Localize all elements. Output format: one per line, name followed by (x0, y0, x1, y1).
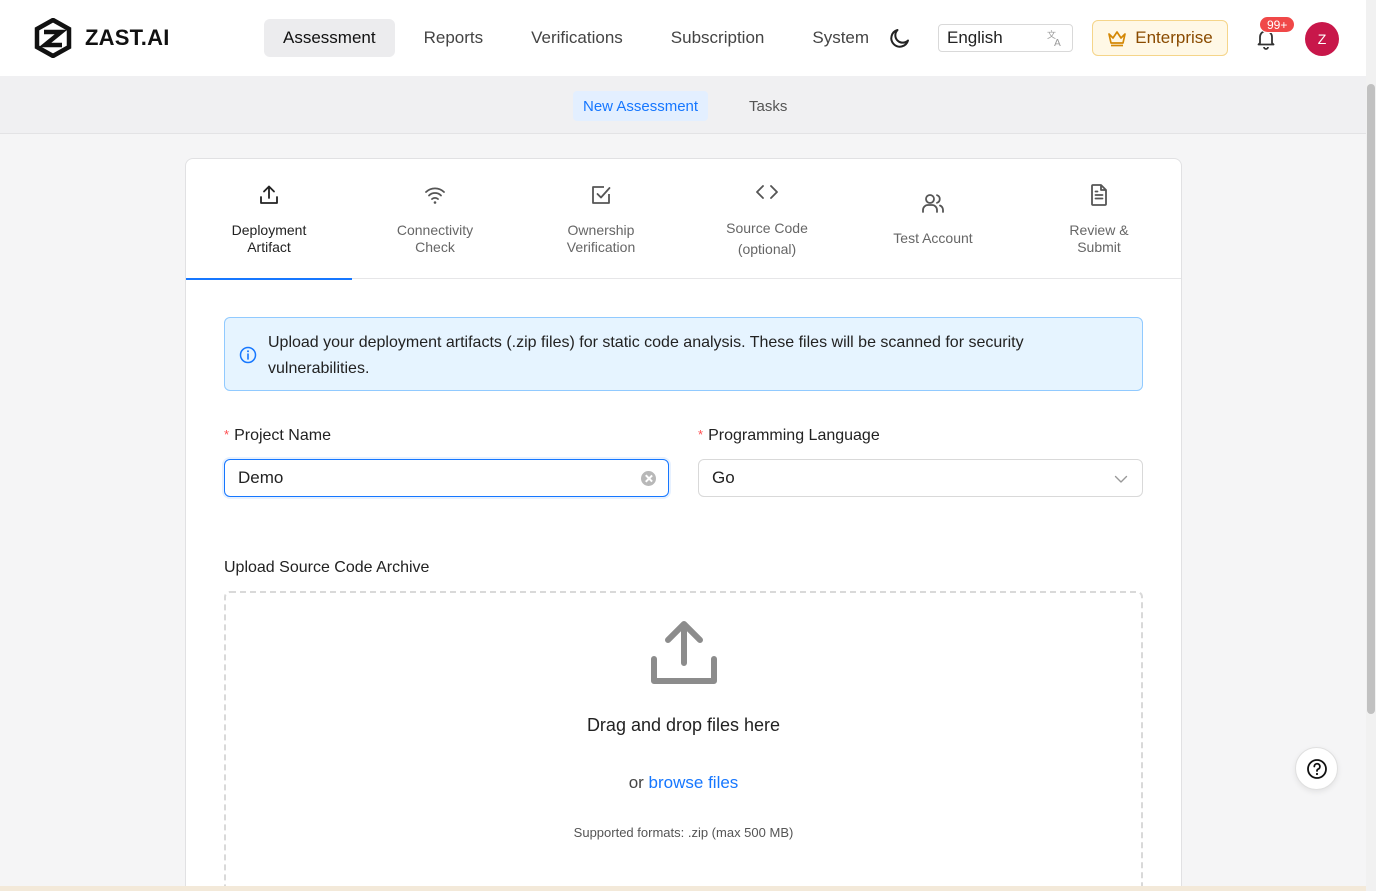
step-label-line1: Deployment (231, 222, 307, 238)
step-label-line2: Check (415, 239, 455, 255)
project-name-value: Demo (238, 468, 284, 487)
required-mark: * (698, 427, 704, 442)
translate-icon: 文 A (1047, 29, 1061, 47)
nav-system[interactable]: System (793, 19, 888, 57)
enterprise-button[interactable]: Enterprise (1092, 20, 1228, 56)
step-label-line2: Artifact (247, 239, 291, 255)
chevron-down-icon (1114, 475, 1128, 483)
nav-verifications[interactable]: Verifications (512, 19, 642, 57)
step-ownership-verification[interactable]: Ownership Verification (518, 159, 684, 279)
app-name: ZAST.AI (85, 25, 170, 50)
step-test-account[interactable]: Test Account (850, 159, 1016, 279)
users-icon (922, 194, 944, 213)
upload-label: Upload Source Code Archive (224, 559, 430, 576)
checkbox-icon (592, 186, 611, 204)
step-label-line2: Verification (566, 239, 636, 255)
project-name-input[interactable]: Demo (224, 459, 669, 497)
step-connectivity-check[interactable]: Connectivity Check (352, 159, 518, 279)
project-name-label: * Project Name (224, 427, 331, 445)
svg-text:A: A (1054, 38, 1061, 47)
step-label-line1: Source Code (726, 220, 808, 236)
dropzone-browse-line: or browse files (226, 773, 1141, 793)
moon-icon[interactable] (888, 26, 912, 50)
step-label-line1: Ownership (567, 222, 635, 238)
step-label-line1: Review & (1069, 222, 1129, 238)
step-tabs: Deployment Artifact Connectivity Check O… (186, 159, 1181, 280)
nav-subscription[interactable]: Subscription (652, 19, 784, 57)
browse-files-link[interactable]: browse files (649, 773, 739, 792)
programming-language-label-text: Programming Language (708, 427, 880, 444)
avatar[interactable]: Z (1305, 22, 1339, 56)
dropzone-title: Drag and drop files here (586, 715, 781, 735)
enterprise-label: Enterprise (1135, 28, 1213, 47)
programming-language-select[interactable]: Go (698, 459, 1143, 497)
step-source-code[interactable]: Source Code (optional) (684, 159, 850, 279)
document-icon (1091, 184, 1107, 206)
scrollbar-thumb[interactable] (1367, 84, 1375, 714)
info-icon (239, 346, 257, 364)
step-label-line2: Submit (1077, 239, 1121, 255)
programming-language-label: * Programming Language (698, 427, 880, 445)
required-mark: * (224, 427, 230, 442)
step-deployment-artifact[interactable]: Deployment Artifact (186, 159, 352, 280)
wifi-icon (425, 187, 445, 204)
info-alert: Upload your deployment artifacts (.zip f… (224, 317, 1143, 391)
upload-dropzone[interactable]: Drag and drop files here or browse files… (224, 591, 1143, 891)
notification-badge: 99+ (1259, 16, 1296, 33)
upload-icon (651, 621, 717, 684)
tab-tasks[interactable]: Tasks (739, 91, 797, 121)
project-name-label-text: Project Name (234, 427, 331, 444)
logo[interactable]: ZAST.AI (33, 18, 170, 58)
nav-reports[interactable]: Reports (405, 19, 503, 57)
nav-assessment[interactable]: Assessment (264, 19, 395, 57)
tab-new-assessment[interactable]: New Assessment (573, 91, 709, 121)
code-icon (756, 185, 778, 199)
sub-nav: New Assessment Tasks (0, 76, 1366, 134)
crown-icon (1108, 31, 1127, 47)
assessment-card: Deployment Artifact Connectivity Check O… (185, 158, 1182, 891)
step-label-line1: Test Account (893, 230, 973, 246)
clear-icon[interactable] (641, 471, 656, 486)
bottom-strip (0, 886, 1366, 891)
question-icon (1306, 758, 1327, 779)
language-value: English (947, 28, 1003, 47)
or-text: or (628, 773, 644, 792)
upload-icon (260, 185, 278, 204)
main-nav: Assessment Reports Verifications Subscri… (264, 19, 898, 57)
top-header: ZAST.AI Assessment Reports Verifications… (0, 0, 1366, 76)
step-review-submit[interactable]: Review & Submit (1016, 159, 1181, 279)
step-label-line1: Connectivity (396, 222, 474, 238)
info-text: Upload your deployment artifacts (.zip f… (268, 334, 1024, 377)
programming-language-value: Go (712, 468, 735, 487)
language-select[interactable]: English 文 A (938, 24, 1073, 52)
supported-formats: Supported formats: .zip (max 500 MB) (573, 825, 794, 840)
zast-logo-icon (34, 18, 72, 58)
help-button[interactable] (1295, 747, 1338, 790)
step-label-line2: (optional) (737, 241, 797, 257)
